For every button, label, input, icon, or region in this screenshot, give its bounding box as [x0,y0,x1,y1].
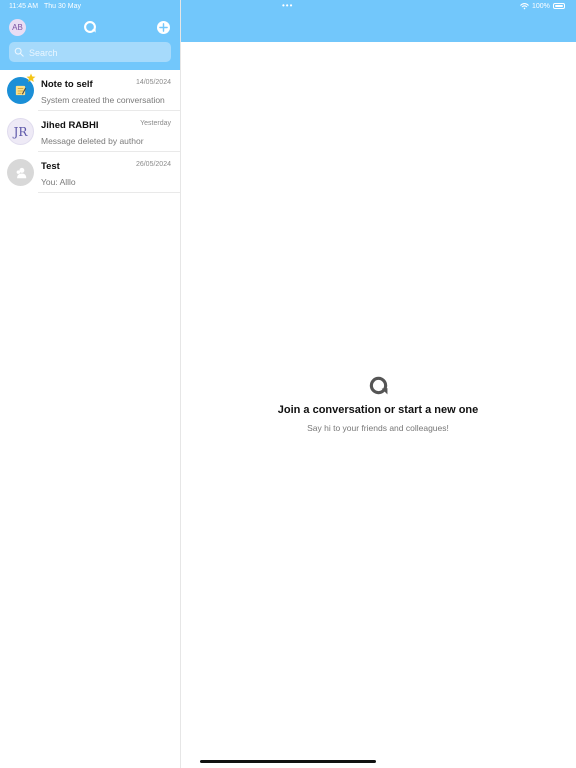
plus-icon [159,23,168,32]
search-input[interactable] [27,42,171,64]
user-avatar-button[interactable]: AB [9,19,26,36]
group-icon [16,167,26,178]
divider [38,192,180,193]
conversation-date: 26/05/2024 [135,161,171,168]
app-logo-icon [369,376,387,395]
conversation-name: Test [41,161,60,172]
empty-state-subtitle: Say hi to your friends and colleagues! [307,423,449,433]
status-bar: 11:45 AM Thu 30 May ••• 100% [0,0,576,14]
empty-state-title: Join a conversation or start a new one [277,404,479,416]
conversation-name: Jihed RABHI [41,120,99,131]
battery-percent: 100% [532,3,550,10]
conversation-list: Note to self 14/05/2024 System created t… [0,70,180,193]
conversation-avatar: JR [7,118,34,145]
conversation-preview: You: Alllo [41,177,76,187]
home-indicator[interactable] [200,760,376,763]
battery-icon [553,3,565,9]
search-icon [14,47,24,57]
conversation-name: Note to self [41,79,93,90]
conversation-preview: System created the conversation [41,95,165,105]
wifi-icon [520,3,529,10]
conversation-avatar [7,159,34,186]
status-date: Thu 30 May [44,3,81,10]
conversation-item[interactable]: JR Jihed RABHI Yesterday Message deleted… [0,111,180,152]
status-time: 11:45 AM [9,3,39,10]
note-icon [15,85,27,96]
conversation-date: 14/05/2024 [135,79,171,86]
conversation-date: Yesterday [140,120,171,127]
conversation-item[interactable]: Test 26/05/2024 You: Alllo [0,152,180,193]
conversation-preview: Message deleted by author [41,136,144,146]
app-logo-icon [84,21,96,33]
new-conversation-button[interactable] [157,21,170,34]
search-bar[interactable] [9,42,171,64]
conversation-item[interactable]: Note to self 14/05/2024 System created t… [0,70,180,111]
favorite-star-icon [26,73,36,82]
multitasking-dots-icon[interactable]: ••• [282,1,293,10]
sidebar: AB Search Note to self 14/05/2024 System… [0,0,181,768]
empty-state: Join a conversation or start a new one S… [180,375,576,433]
